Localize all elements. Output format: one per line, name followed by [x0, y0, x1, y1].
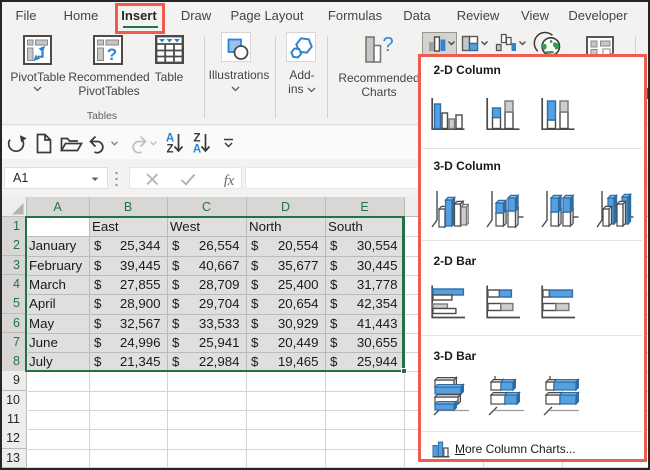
svg-text:?: ? [382, 35, 393, 56]
svg-text:A: A [193, 144, 201, 156]
svg-text:Z: Z [166, 144, 173, 156]
svg-text:?: ? [107, 45, 117, 64]
svg-text:fx: fx [224, 173, 235, 187]
